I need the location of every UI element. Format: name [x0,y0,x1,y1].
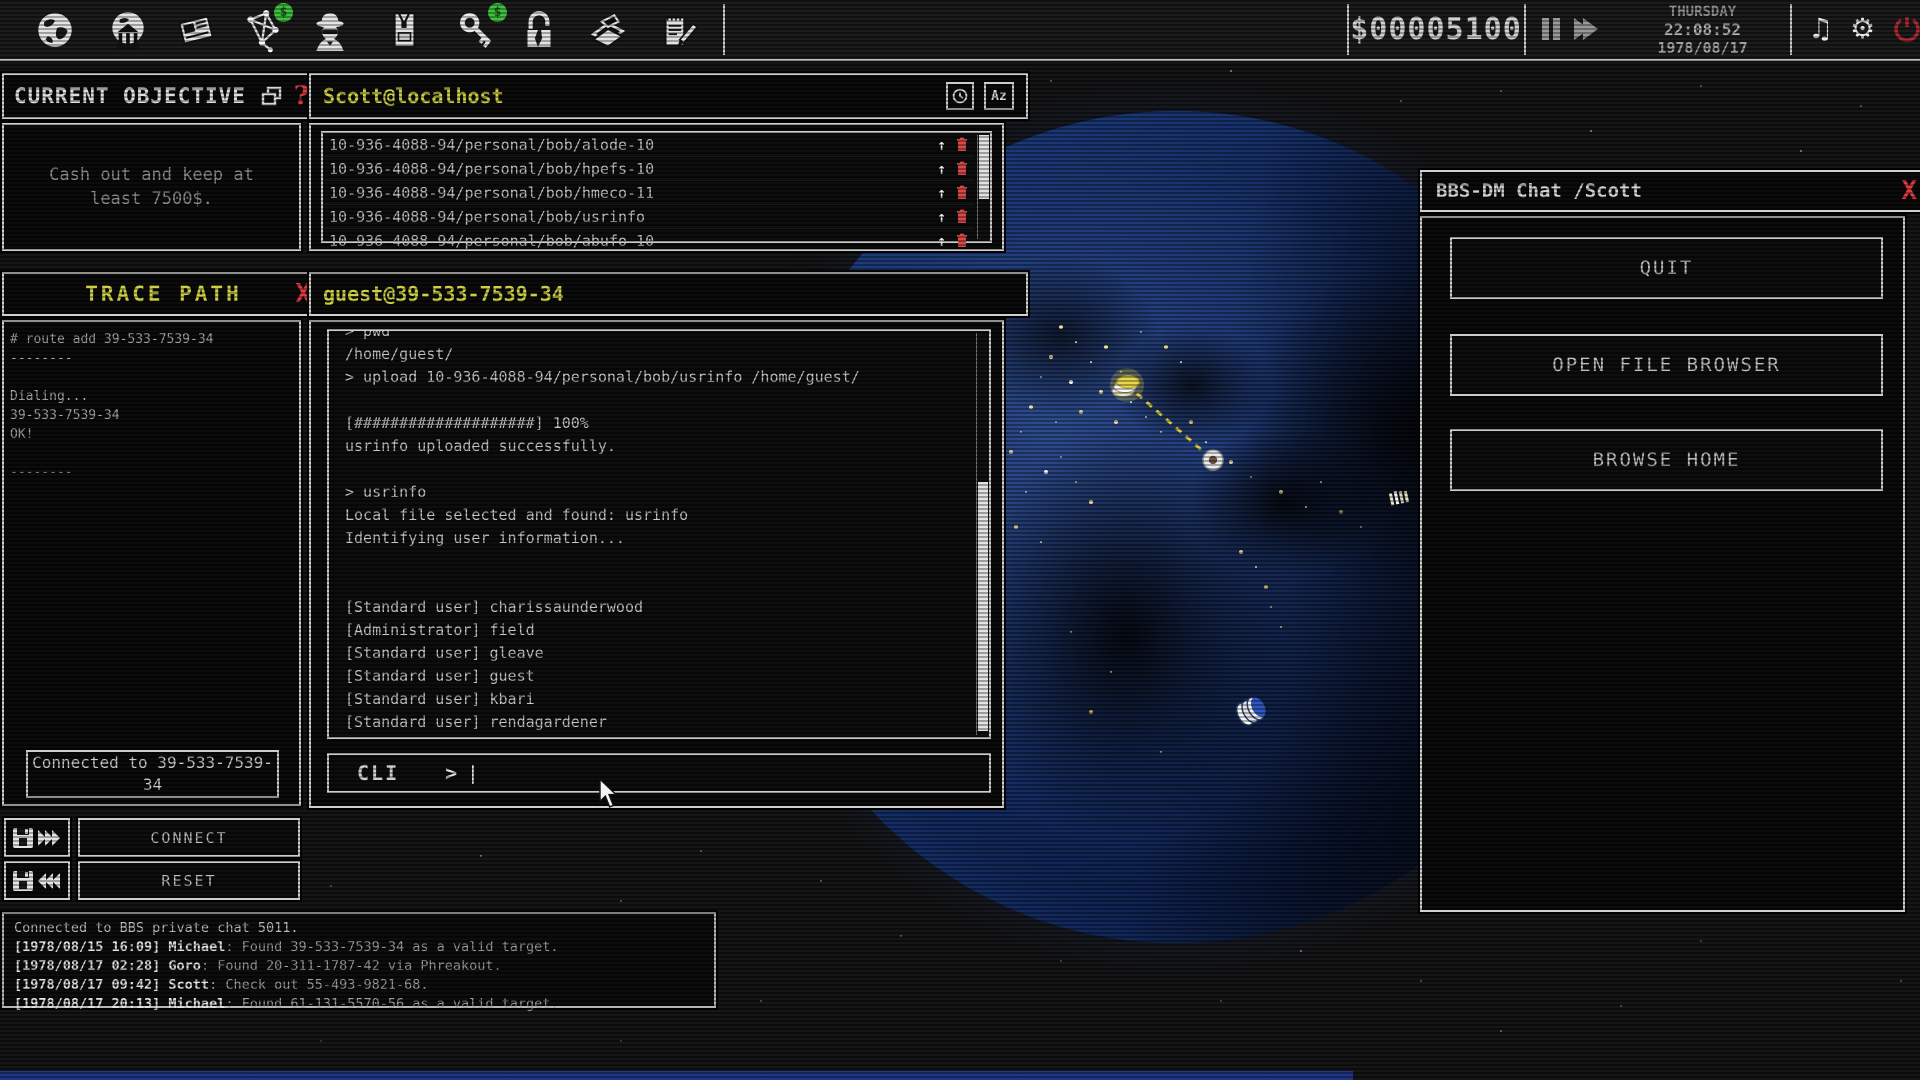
mouse-cursor [597,778,619,808]
world-map-icon[interactable] [31,7,79,53]
chat-message: [1978/08/17 02:28] Goro: Found 20-311-17… [14,957,704,976]
delete-file-icon[interactable] [956,161,968,176]
delete-file-icon[interactable] [956,137,968,152]
pause-button[interactable] [1540,18,1562,44]
software-icon[interactable] [584,7,632,53]
file-list-scrollbar[interactable] [977,135,990,239]
power-icon[interactable] [1892,14,1920,44]
sort-time-button[interactable] [946,82,974,110]
file-row[interactable]: 10-936-4088-94/personal/bob/hmeco-11↑ [323,181,974,205]
save-reset-icon-button[interactable] [4,861,70,900]
sort-az-button[interactable]: Az [984,82,1014,110]
identity-icon[interactable] [380,7,428,53]
contracts-money-badge: $ [274,3,293,22]
delete-file-icon[interactable] [956,233,968,248]
delete-file-icon[interactable] [956,209,968,224]
world-bank-icon[interactable] [104,7,152,53]
cli-input[interactable]: CLI > | [327,753,991,793]
terminal-title: guest@39-533-7539-34 [323,282,564,306]
trace-titlebar: TRACE PATH X [2,272,325,316]
delete-file-icon[interactable] [956,185,968,200]
filemanager-title: Scott@localhost [323,84,504,108]
bbs-browse-home-button[interactable]: BROWSE HOME [1450,429,1883,491]
connected-status-box: Connected to 39-533-7539-34 [26,750,279,798]
bbs-chat-log: Connected to BBS private chat 5011. [197… [2,912,716,1008]
objective-title: CURRENT OBJECTIVE [14,84,246,108]
bbs-title: BBS-DM Chat /Scott [1436,180,1642,202]
file-row[interactable]: 10-936-4088-94/personal/bob/alode-10↑ [323,133,974,157]
bbs-titlebar: BBS-DM Chat /Scott X [1420,170,1920,212]
toolbar-divider-1 [723,4,725,55]
terminal-titlebar: guest@39-533-7539-34 [309,272,1028,316]
connect-button[interactable]: CONNECT [78,818,300,857]
notes-icon[interactable] [653,7,701,53]
keychain-money-badge: $ [488,3,507,22]
restore-window-icon[interactable] [260,85,284,107]
reset-button[interactable]: RESET [78,861,300,900]
terminal-body: > pwd /home/guest/ > upload 10-936-4088-… [309,320,1004,808]
dark-market-icon[interactable] [306,7,354,53]
upload-file-icon[interactable]: ↑ [937,208,946,226]
terminal-scrollbar[interactable] [976,333,989,735]
keychain-icon[interactable]: $ [453,7,501,53]
objective-titlebar: CURRENT OBJECTIVE ? [2,73,321,119]
cli-cursor: | [467,762,478,784]
bottom-taskbar-strip [0,1071,1353,1080]
cli-prompt: > [445,761,457,785]
chat-message: [1978/08/17 20:13] Michael: Found 61-131… [14,995,704,1014]
contracts-icon[interactable]: $ [239,7,287,53]
newspaper-icon[interactable] [172,7,220,53]
upload-file-icon[interactable]: ↑ [937,136,946,154]
objective-help-icon[interactable]: ? [294,83,309,109]
chat-intro: Connected to BBS private chat 5011. [14,919,704,938]
filemanager-body: 10-936-4088-94/personal/bob/alode-10↑ 10… [309,123,1004,251]
upload-file-icon[interactable]: ↑ [937,184,946,202]
toolbar-divider-4 [1790,4,1792,55]
clock-date: 1978/08/17 [1630,39,1775,57]
save-connect-icon-button[interactable] [4,818,70,857]
filemanager-titlebar: Scott@localhost Az [309,73,1028,119]
game-clock: THURSDAY 22:08:52 1978/08/17 [1630,3,1775,57]
objective-body: Cash out and keep at least 7500$. [2,123,301,251]
music-icon[interactable]: ♫ [1808,12,1833,46]
bbs-file-browser-button[interactable]: OPEN FILE BROWSER [1450,334,1883,396]
upload-file-icon[interactable]: ↑ [937,232,946,250]
trace-log: # route add 39-533-7539-34 -------- Dial… [4,322,299,490]
chat-message: [1978/08/17 09:42] Scott: Check out 55-4… [14,976,704,995]
bbs-close-icon[interactable]: X [1901,178,1917,204]
settings-gear-icon[interactable]: ⚙ [1850,12,1875,46]
trace-body: # route add 39-533-7539-34 -------- Dial… [2,320,301,806]
terminal-text: > pwd /home/guest/ > upload 10-936-4088-… [329,329,989,734]
clock-time: 22:08:52 [1630,21,1775,39]
file-list: 10-936-4088-94/personal/bob/alode-10↑ 10… [321,131,992,243]
money-counter: $00005100 [1355,0,1517,59]
cracking-icon[interactable] [515,7,563,53]
cli-label: CLI [357,761,399,785]
chat-message: [1978/08/15 16:09] Michael: Found 39-533… [14,938,704,957]
fast-forward-button[interactable] [1572,18,1598,44]
game-screen: { "topbar": { "money": "$00005100", "bad… [0,0,1920,1080]
file-row[interactable]: 10-936-4088-94/personal/bob/usrinfo↑ [323,205,974,229]
file-row[interactable]: 10-936-4088-94/personal/bob/hpefs-10↑ [323,157,974,181]
bbs-body: QUIT OPEN FILE BROWSER BROWSE HOME [1420,216,1905,912]
toolbar-divider-3 [1524,4,1526,55]
terminal-output[interactable]: > pwd /home/guest/ > upload 10-936-4088-… [327,329,991,739]
bbs-quit-button[interactable]: QUIT [1450,237,1883,299]
top-toolbar: $ $ $00005100 THURSDAY 22:08:52 1978/08/… [0,0,1920,61]
file-row[interactable]: 10-936-4088-94/personal/bob/abufo-10↑ [323,229,974,252]
toolbar-divider-2 [1347,4,1349,55]
clock-day: THURSDAY [1630,3,1775,21]
trace-title: TRACE PATH [85,282,241,306]
upload-file-icon[interactable]: ↑ [937,160,946,178]
